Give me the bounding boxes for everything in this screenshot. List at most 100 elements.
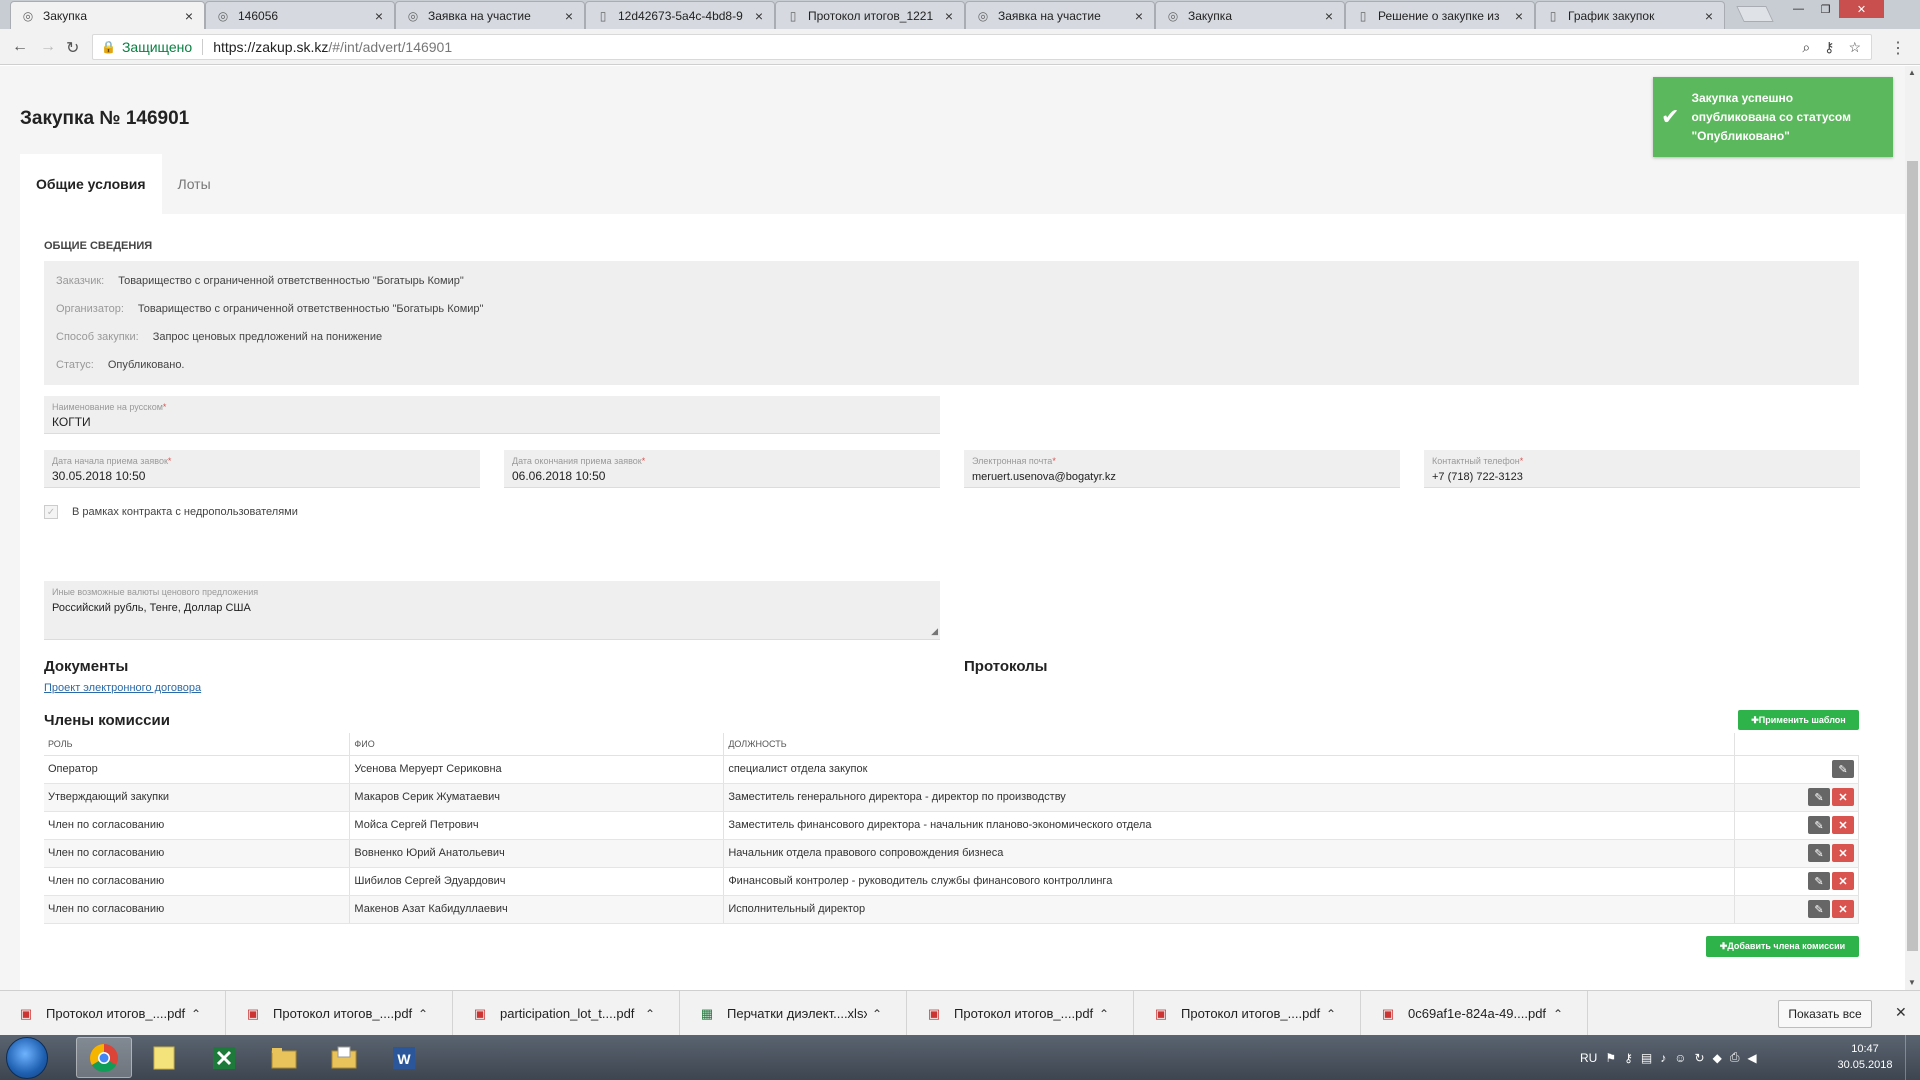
- bookmark-star-icon[interactable]: ☆: [1848, 39, 1861, 56]
- close-tab-icon[interactable]: ×: [372, 8, 386, 24]
- outlook-taskbar-icon[interactable]: [316, 1037, 372, 1078]
- table-header-row: РОЛЬ ФИО ДОЛЖНОСТЬ: [44, 733, 1859, 756]
- close-icon[interactable]: ✕: [1832, 872, 1854, 890]
- field-label: Наименование на русском*: [52, 402, 167, 412]
- download-item[interactable]: ▦ Перчатки диэлект....xlsx ⌃: [681, 991, 907, 1036]
- volume-icon[interactable]: ♪: [1660, 1051, 1666, 1065]
- apply-template-button[interactable]: ✚Применить шаблон: [1738, 710, 1859, 730]
- email-field[interactable]: Электронная почта* meruert.usenova@bogat…: [964, 450, 1400, 488]
- chevron-up-icon[interactable]: ⌃: [640, 1007, 660, 1021]
- browser-tab[interactable]: ◎ Закупка ×: [1155, 1, 1345, 29]
- notes-taskbar-icon[interactable]: [136, 1037, 192, 1078]
- new-tab-button[interactable]: [1736, 6, 1774, 22]
- language-indicator[interactable]: RU: [1580, 1051, 1597, 1065]
- close-tab-icon[interactable]: ×: [942, 8, 956, 24]
- download-item[interactable]: ▣ participation_lot_t....pdf ⌃: [454, 991, 680, 1036]
- reload-icon[interactable]: ↻: [66, 38, 79, 58]
- chevron-up-icon[interactable]: ⌃: [186, 1007, 206, 1021]
- scroll-up-icon[interactable]: ▲: [1908, 68, 1916, 77]
- close-tab-icon[interactable]: ×: [752, 8, 766, 24]
- name-ru-field[interactable]: Наименование на русском* КОГТИ: [44, 396, 940, 434]
- download-item[interactable]: ▣ Протокол итогов_....pdf ⌃: [1135, 991, 1361, 1036]
- browser-tab[interactable]: ◎ Закупка ×: [10, 1, 205, 29]
- close-tab-icon[interactable]: ×: [182, 8, 196, 24]
- close-tab-icon[interactable]: ×: [1132, 8, 1146, 24]
- network-icon[interactable]: ▤: [1641, 1051, 1652, 1065]
- browser-tab[interactable]: ▯ 12d42673-5a4c-4bd8-9 ×: [585, 1, 775, 29]
- browser-tab[interactable]: ▯ График закупок ×: [1535, 1, 1725, 29]
- close-icon[interactable]: ✕: [1832, 816, 1854, 834]
- minimize-icon[interactable]: —: [1785, 0, 1812, 18]
- end-date-field[interactable]: Дата окончания приема заявок* 06.06.2018…: [504, 450, 940, 488]
- word-taskbar-icon[interactable]: W: [376, 1037, 432, 1078]
- browser-menu-icon[interactable]: ⋮: [1890, 38, 1906, 58]
- browser-tab[interactable]: ▯ Решение о закупке из ×: [1345, 1, 1535, 29]
- speaker-icon[interactable]: ◀: [1747, 1051, 1756, 1065]
- chevron-up-icon[interactable]: ⌃: [1321, 1007, 1341, 1021]
- key-icon[interactable]: ⚷: [1624, 1051, 1633, 1065]
- browser-tab[interactable]: ◎ Заявка на участие ×: [965, 1, 1155, 29]
- key-icon[interactable]: ⚷: [1824, 39, 1834, 56]
- excel-taskbar-icon[interactable]: [196, 1037, 252, 1078]
- currencies-field[interactable]: Иные возможные валюты ценового предложен…: [44, 581, 940, 640]
- browser-tab[interactable]: ◎ Заявка на участие ×: [395, 1, 585, 29]
- tab-lots[interactable]: Лоты: [162, 154, 227, 214]
- pencil-icon[interactable]: ✎: [1808, 844, 1830, 862]
- phone-field[interactable]: Контактный телефон* +7 (718) 722-3123: [1424, 450, 1860, 488]
- flag-icon[interactable]: ⚑: [1605, 1051, 1616, 1065]
- chat-icon[interactable]: ☺: [1674, 1051, 1686, 1065]
- add-member-button[interactable]: ✚Добавить члена комиссии: [1706, 936, 1859, 957]
- close-icon[interactable]: ✕: [1832, 788, 1854, 806]
- page-scrollbar[interactable]: ▲ ▼: [1905, 66, 1920, 990]
- download-item[interactable]: ▣ Протокол итогов_....pdf ⌃: [227, 991, 453, 1036]
- explorer-taskbar-icon[interactable]: [256, 1037, 312, 1078]
- pencil-icon[interactable]: ✎: [1808, 872, 1830, 890]
- pencil-icon[interactable]: ✎: [1808, 900, 1830, 918]
- download-item[interactable]: ▣ Протокол итогов_....pdf ⌃: [0, 991, 226, 1036]
- close-tab-icon[interactable]: ×: [562, 8, 576, 24]
- shield-icon[interactable]: ◆: [1713, 1051, 1722, 1065]
- chrome-taskbar-icon[interactable]: [76, 1037, 132, 1078]
- chevron-up-icon[interactable]: ⌃: [1094, 1007, 1114, 1021]
- close-icon[interactable]: ✕: [1832, 900, 1854, 918]
- chevron-up-icon[interactable]: ⌃: [1548, 1007, 1568, 1021]
- system-clock[interactable]: 10:47 30.05.2018: [1835, 1041, 1895, 1073]
- restore-icon[interactable]: ❐: [1812, 0, 1839, 18]
- printer-icon[interactable]: ⎙: [1730, 1050, 1740, 1065]
- browser-tab[interactable]: ◎ 146056 ×: [205, 1, 395, 29]
- close-tab-icon[interactable]: ×: [1702, 8, 1716, 24]
- subsoil-contract-checkbox[interactable]: ✓: [44, 505, 58, 519]
- download-name: 0c69af1e-824a-49....pdf: [1408, 1006, 1547, 1021]
- success-toast[interactable]: ✔ Закупка успешно опубликована со статус…: [1653, 77, 1893, 157]
- show-desktop-button[interactable]: [1905, 1035, 1920, 1080]
- back-icon[interactable]: ←: [12, 38, 28, 56]
- mail-folder-icon: [331, 1046, 357, 1068]
- close-icon[interactable]: ✕: [1832, 844, 1854, 862]
- sync-icon[interactable]: ↻: [1695, 1051, 1705, 1065]
- browser-tab-title: Заявка на участие: [428, 8, 531, 23]
- chevron-up-icon[interactable]: ⌃: [867, 1007, 887, 1021]
- scrollbar-thumb[interactable]: [1907, 161, 1918, 951]
- tab-general[interactable]: Общие условия: [20, 154, 162, 214]
- download-item[interactable]: ▣ 0c69af1e-824a-49....pdf ⌃: [1362, 991, 1588, 1036]
- close-tab-icon[interactable]: ×: [1322, 8, 1336, 24]
- browser-tab[interactable]: ▯ Протокол итогов_1221 ×: [775, 1, 965, 29]
- pencil-icon[interactable]: ✎: [1832, 760, 1854, 778]
- start-button[interactable]: [6, 1037, 48, 1079]
- window-close-icon[interactable]: ✕: [1839, 0, 1884, 18]
- download-item[interactable]: ▣ Протокол итогов_....pdf ⌃: [908, 991, 1134, 1036]
- pencil-icon[interactable]: ✎: [1808, 816, 1830, 834]
- forward-icon[interactable]: →: [40, 38, 56, 56]
- pencil-icon[interactable]: ✎: [1808, 788, 1830, 806]
- close-tab-icon[interactable]: ×: [1512, 8, 1526, 24]
- start-date-field[interactable]: Дата начала приема заявок* 30.05.2018 10…: [44, 450, 480, 488]
- chevron-up-icon[interactable]: ⌃: [413, 1007, 433, 1021]
- contract-draft-link[interactable]: Проект электронного договора: [44, 682, 201, 694]
- resize-handle-icon[interactable]: ◢: [931, 626, 938, 637]
- address-bar[interactable]: 🔒 Защищено https://zakup.sk.kz/#/int/adv…: [92, 34, 1872, 60]
- show-all-downloads-button[interactable]: Показать все: [1778, 1000, 1872, 1028]
- scroll-down-icon[interactable]: ▼: [1908, 978, 1916, 987]
- close-icon[interactable]: ✕: [1895, 1004, 1907, 1021]
- window-controls: — ❐ ✕: [1785, 0, 1884, 18]
- zoom-icon[interactable]: ⌕: [1802, 39, 1810, 56]
